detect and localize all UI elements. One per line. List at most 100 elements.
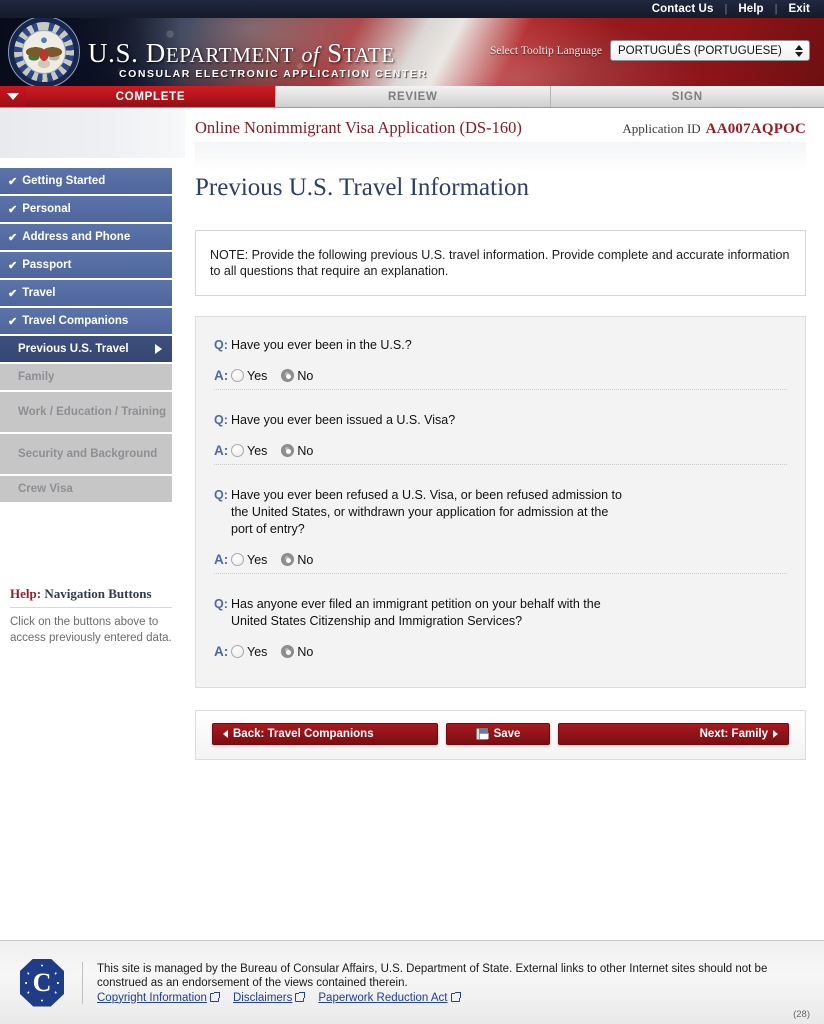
- radio-option-yes[interactable]: Yes: [231, 369, 267, 383]
- radio-option-no[interactable]: No: [281, 553, 313, 567]
- radio-icon-selected[interactable]: [281, 553, 295, 566]
- contact-us-link[interactable]: Contact Us: [652, 3, 714, 15]
- sidebar-item-travel[interactable]: ✔ Travel: [0, 280, 172, 306]
- question-text: Have you ever been issued a U.S. Visa?: [231, 413, 456, 427]
- page-title: Previous U.S. Travel Information: [195, 174, 530, 201]
- tooltip-language-select[interactable]: PORTUGUÊS (PORTUGUESE): [610, 40, 810, 61]
- navigation-button-bar: Back: Travel Companions Save Next: Famil…: [195, 710, 806, 760]
- application-id-value: AA007AQPOC: [705, 121, 806, 137]
- sidebar-item-passport[interactable]: ✔ Passport: [0, 252, 172, 278]
- help-panel-title: Help: Navigation Buttons: [10, 586, 172, 608]
- radio-label: No: [297, 552, 314, 567]
- page-root: Contact Us | Help | Exit U.S. DEPARTMENT…: [0, 0, 824, 1024]
- chevron-right-icon: [155, 344, 162, 354]
- answer-row: A: Yes No: [214, 644, 787, 659]
- radio-option-no[interactable]: No: [281, 369, 313, 383]
- radio-option-no[interactable]: No: [281, 444, 313, 458]
- radio-label: No: [297, 644, 314, 659]
- step-indicator-arrow-icon: [0, 86, 26, 107]
- external-link-icon: [295, 992, 306, 1002]
- disclaimers-link[interactable]: Disclaimers: [232, 991, 306, 1004]
- save-button[interactable]: Save: [446, 723, 550, 745]
- consular-affairs-seal-icon: [20, 958, 64, 1007]
- exit-link[interactable]: Exit: [789, 3, 811, 15]
- radio-icon[interactable]: [231, 553, 244, 566]
- radio-option-no[interactable]: No: [281, 645, 313, 659]
- radio-label: Yes: [247, 443, 268, 458]
- application-id-label: Application ID: [622, 121, 701, 136]
- question-marker: Q:: [214, 488, 228, 502]
- tab-complete[interactable]: COMPLETE: [26, 86, 275, 107]
- dept-title-part: TATE: [342, 43, 395, 67]
- radio-option-yes[interactable]: Yes: [231, 645, 267, 659]
- arrow-right-icon: [773, 730, 778, 738]
- question-text: Have you ever been refused a U.S. Visa, …: [231, 488, 622, 536]
- sidebar-item-label: Security and Background: [18, 447, 158, 460]
- back-button[interactable]: Back: Travel Companions: [212, 723, 438, 745]
- sidebar-item-label: Address and Phone: [22, 231, 131, 243]
- check-icon: ✔: [8, 315, 18, 328]
- help-link[interactable]: Help: [738, 3, 763, 15]
- question-block: Q: Has anyone ever filed an immigrant pe…: [214, 573, 787, 665]
- question-row: Q: Have you ever been in the U.S.?: [214, 337, 787, 354]
- footer-page-number: (28): [793, 1009, 810, 1020]
- radio-label: Yes: [247, 552, 268, 567]
- radio-icon-selected[interactable]: [281, 645, 295, 658]
- tab-review[interactable]: REVIEW: [275, 86, 550, 107]
- link-label: Copyright Information: [97, 991, 207, 1004]
- seal-octagon: [20, 958, 64, 1007]
- copyright-information-link[interactable]: Copyright Information: [97, 991, 220, 1004]
- department-subtitle: CONSULAR ELECTRONIC APPLICATION CENTER: [119, 68, 428, 80]
- question-block: Q: Have you ever been in the U.S.? A: Ye…: [214, 337, 787, 389]
- radio-icon-selected[interactable]: [281, 369, 295, 382]
- save-button-label: Save: [493, 728, 521, 740]
- sidebar-item-label: Family: [18, 371, 55, 383]
- question-row: Q: Have you ever been refused a U.S. Vis…: [214, 487, 787, 538]
- site-footer: This site is managed by the Bureau of Co…: [0, 940, 824, 1024]
- question-text: Have you ever been in the U.S.?: [231, 338, 412, 352]
- radio-icon[interactable]: [231, 444, 244, 457]
- radio-icon-selected[interactable]: [281, 444, 295, 457]
- question-block: Q: Have you ever been issued a U.S. Visa…: [214, 389, 787, 464]
- sidebar-item-personal[interactable]: ✔ Personal: [0, 196, 172, 222]
- seal-inner: [22, 30, 66, 74]
- sidebar-item-crew-visa[interactable]: Crew Visa: [0, 476, 172, 502]
- floppy-disk-icon: [475, 728, 489, 740]
- question-block: Q: Have you ever been refused a U.S. Vis…: [214, 464, 787, 573]
- radio-icon[interactable]: [231, 369, 244, 382]
- next-button[interactable]: Next: Family: [558, 723, 789, 745]
- paperwork-reduction-act-link[interactable]: Paperwork Reduction Act: [318, 992, 461, 1004]
- radio-option-yes[interactable]: Yes: [231, 444, 267, 458]
- sidebar-item-label: Personal: [22, 203, 71, 215]
- question-marker: Q:: [214, 413, 228, 427]
- back-button-label: Back: Travel Companions: [233, 728, 374, 740]
- answer-marker: A:: [214, 368, 229, 383]
- answer-marker: A:: [214, 443, 229, 458]
- header-divider: [195, 142, 806, 172]
- radio-label: Yes: [247, 368, 268, 383]
- check-icon: ✔: [8, 259, 18, 272]
- arrow-left-icon: [223, 730, 228, 738]
- sidebar-item-family[interactable]: Family: [0, 364, 172, 390]
- utility-separator: |: [724, 3, 728, 15]
- answer-marker: A:: [214, 644, 229, 659]
- link-label: Disclaimers: [232, 991, 293, 1004]
- sidebar-item-address-and-phone[interactable]: ✔ Address and Phone: [0, 224, 172, 250]
- sidebar-item-previous-us-travel[interactable]: Previous U.S. Travel: [0, 336, 172, 362]
- tooltip-language-label: Select Tooltip Language: [489, 44, 602, 57]
- application-header: Online Nonimmigrant Visa Application (DS…: [191, 108, 810, 138]
- radio-icon[interactable]: [231, 645, 244, 658]
- radio-option-yes[interactable]: Yes: [231, 553, 267, 567]
- sidebar-top-spacer: [0, 108, 185, 158]
- main-content: Online Nonimmigrant Visa Application (DS…: [185, 108, 824, 922]
- sidebar-nav: ✔ Getting Started ✔ Personal ✔ Address a…: [0, 158, 185, 502]
- tab-sign[interactable]: SIGN: [549, 86, 824, 107]
- external-link-icon: [209, 992, 220, 1002]
- sidebar-item-getting-started[interactable]: ✔ Getting Started: [0, 168, 172, 194]
- sidebar-item-work-education-training[interactable]: Work / Education / Training: [0, 392, 172, 432]
- note-text: NOTE: Provide the following previous U.S…: [210, 248, 790, 278]
- site-banner: U.S. DEPARTMENT of STATE CONSULAR ELECTR…: [0, 18, 824, 86]
- sidebar-item-security-and-background[interactable]: Security and Background: [0, 434, 172, 474]
- sidebar-item-travel-companions[interactable]: ✔ Travel Companions: [0, 308, 172, 334]
- answer-row: A: Yes No: [214, 443, 787, 458]
